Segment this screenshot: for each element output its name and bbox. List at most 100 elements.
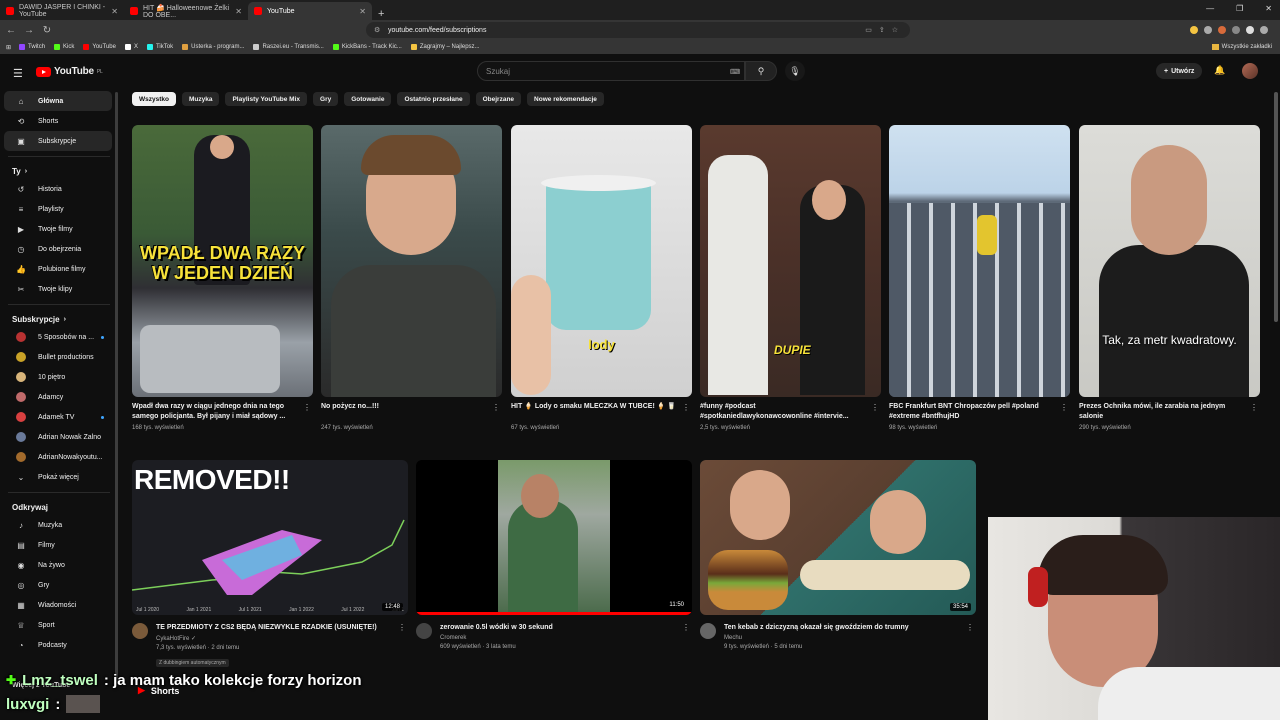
short-card[interactable]: WPADŁ DWA RAZY W JEDEN DZIEŃ Wpadł dwa r… [132, 125, 313, 431]
chip-recent[interactable]: Ostatnio przesłane [397, 92, 470, 106]
video-title[interactable]: zerowanie 0.5l wódki w 30 sekund [440, 623, 553, 632]
sidebar-item-live[interactable]: ◉ Na żywo [4, 555, 112, 575]
share-icon[interactable]: ⇪ [879, 26, 885, 34]
create-button[interactable]: + Utwórz [1156, 63, 1203, 79]
bookmark[interactable]: KickBans - Track Kic... [332, 44, 402, 50]
page-scrollbar[interactable] [1274, 92, 1278, 322]
install-icon[interactable]: ▭ [865, 26, 872, 34]
bookmark[interactable]: YouTube [83, 44, 116, 50]
browser-tab[interactable]: DAWID JASPER I CHINKI - YouTube ✕ [0, 2, 124, 20]
bookmark[interactable]: Kick [54, 44, 74, 50]
sidebar-channel[interactable]: Bullet productions [4, 347, 112, 367]
chip-games[interactable]: Gry [313, 92, 339, 106]
channel-name[interactable]: CykaHotFire ✓ [156, 635, 377, 642]
extension-icon[interactable] [1232, 26, 1240, 34]
video-thumbnail[interactable]: REMOVED!! Jul 1 2020 Jan 1 2021 Jul 1 2021… [132, 460, 408, 615]
more-options-icon[interactable]: ⋮ [1250, 403, 1258, 412]
sidebar-item-clips[interactable]: ✂ Twoje klipy [4, 279, 112, 299]
video-card[interactable]: REMOVED!! Jul 1 2020 Jan 1 2021 Jul 1 2021… [132, 460, 408, 669]
short-title[interactable]: Prezes Ochnika mówi, ile zarabia na jedn… [1079, 402, 1260, 422]
video-title[interactable]: TE PRZEDMIOTY Z CS2 BĘDĄ NIEZWYKLE RZADK… [156, 623, 377, 632]
more-options-icon[interactable]: ⋮ [682, 403, 690, 412]
sidebar-item-home[interactable]: ⌂ Główna [4, 91, 112, 111]
maximize-icon[interactable]: ❐ [1236, 4, 1243, 13]
section-subscriptions[interactable]: Subskrypcje › [0, 311, 118, 327]
short-card[interactable]: Tak, za metr kwadratowy. Prezes Ochnika … [1079, 125, 1260, 431]
sidebar-item-your-videos[interactable]: ▶ Twoje filmy [4, 219, 112, 239]
account-avatar[interactable] [1242, 63, 1258, 79]
short-title[interactable]: HIT 🍦 Lody o smaku MLECZKA W TUBCE! 🍦 🥛 [511, 402, 692, 422]
more-options-icon[interactable]: ⋮ [1060, 403, 1068, 412]
sidebar-item-sport[interactable]: ♕ Sport [4, 615, 112, 635]
voice-search-button[interactable]: 🎙 [785, 61, 805, 81]
bookmark[interactable]: Zagrajmy – Najlepsz... [410, 44, 480, 50]
youtube-logo[interactable]: YouTube PL [36, 66, 103, 77]
hamburger-menu-icon[interactable]: ☰ [13, 67, 23, 80]
more-options-icon[interactable]: ⋮ [871, 403, 879, 412]
sidebar-item-movies[interactable]: ▤ Filmy [4, 535, 112, 555]
forward-arrow-icon[interactable]: → [22, 25, 36, 36]
show-more-button[interactable]: ⌄ Pokaż więcej [4, 467, 112, 487]
bookmark[interactable]: X [124, 44, 138, 50]
bookmark[interactable]: Usterka - program... [182, 44, 244, 50]
chip-music[interactable]: Muzyka [181, 92, 220, 106]
more-options-icon[interactable]: ⋮ [682, 623, 690, 632]
chip-all[interactable]: Wszystko [132, 92, 176, 106]
channel-avatar[interactable] [132, 623, 148, 639]
more-options-icon[interactable]: ⋮ [492, 403, 500, 412]
sidebar-item-liked[interactable]: 👍 Polubione filmy [4, 259, 112, 279]
sidebar-channel[interactable]: 5 Sposobów na ... [4, 327, 112, 347]
extension-icon[interactable] [1190, 26, 1198, 34]
all-bookmarks[interactable]: Wszystkie zakładki [1211, 44, 1272, 50]
channel-name[interactable]: Mechu [724, 635, 909, 641]
short-title[interactable]: No pożycz no...!!! [321, 402, 502, 422]
sidebar-item-watch-later[interactable]: ◷ Do obejrzenia [4, 239, 112, 259]
chip-watched[interactable]: Obejrzane [475, 92, 522, 106]
short-card[interactable]: lody HIT 🍦 Lody o smaku MLECZKA W TUBCE!… [511, 125, 692, 431]
bookmark-star-icon[interactable]: ☆ [892, 26, 898, 34]
sidebar-item-history[interactable]: ↺ Historia [4, 179, 112, 199]
new-tab-button[interactable]: + [372, 8, 390, 20]
channel-name[interactable]: Cromerek [440, 635, 553, 641]
video-title[interactable]: Ten kebab z dziczyzną okazał się gwoździ… [724, 623, 909, 632]
menu-dots-icon[interactable] [1260, 26, 1268, 34]
short-title[interactable]: #funny #podcast #spotkaniedlawykonawcowo… [700, 402, 881, 422]
short-thumbnail[interactable]: WPADŁ DWA RAZY W JEDEN DZIEŃ [132, 125, 313, 397]
sidebar-item-shorts[interactable]: ⟲ Shorts [4, 111, 112, 131]
short-thumbnail[interactable]: Tak, za metr kwadratowy. [1079, 125, 1260, 397]
close-window-icon[interactable]: ✕ [1265, 4, 1272, 13]
profile-avatar-icon[interactable] [1246, 26, 1254, 34]
more-options-icon[interactable]: ⋮ [303, 403, 311, 412]
sidebar-item-gaming[interactable]: ◎ Gry [4, 575, 112, 595]
extension-icon[interactable] [1218, 26, 1226, 34]
video-card[interactable]: 35:54 Ten kebab z dziczyzną okazał się g… [700, 460, 976, 650]
browser-tab-active[interactable]: YouTube ✕ [248, 2, 372, 20]
apps-grid-icon[interactable]: ⊞ [6, 44, 11, 51]
minimize-icon[interactable]: — [1206, 4, 1214, 13]
close-tab-icon[interactable]: ✕ [235, 7, 242, 16]
bookmark[interactable]: Raszei.eu - Transmis... [253, 44, 324, 50]
keyboard-icon[interactable]: ⌨ [730, 68, 740, 76]
reload-icon[interactable]: ↻ [40, 25, 54, 36]
short-thumbnail[interactable]: DUPIE [700, 125, 881, 397]
more-options-icon[interactable]: ⋮ [398, 623, 406, 632]
channel-avatar[interactable] [700, 623, 716, 639]
sidebar-item-news[interactable]: ▦ Wiadomości [4, 595, 112, 615]
search-button[interactable]: ⚲ [745, 61, 777, 81]
short-thumbnail[interactable] [889, 125, 1070, 397]
video-thumbnail[interactable]: 35:54 [700, 460, 976, 615]
chip-new[interactable]: Nowe rekomendacje [527, 92, 604, 106]
short-thumbnail[interactable] [321, 125, 502, 397]
short-thumbnail[interactable]: lody [511, 125, 692, 397]
chip-cooking[interactable]: Gotowanie [344, 92, 392, 106]
sidebar-item-podcasts[interactable]: ◔ Podcasty [4, 635, 112, 655]
short-card[interactable]: FBC Frankfurt BNT Chropaczów pell #polan… [889, 125, 1070, 431]
sidebar-channel[interactable]: 10 piętro [4, 367, 112, 387]
video-card[interactable]: 11:50 zerowanie 0.5l wódki w 30 sekund C… [416, 460, 692, 650]
short-card[interactable]: DUPIE #funny #podcast #spotkaniedlawykon… [700, 125, 881, 431]
bookmark[interactable]: TikTok [146, 44, 173, 50]
sidebar-item-playlists[interactable]: ≡ Playlisty [4, 199, 112, 219]
close-tab-icon[interactable]: ✕ [111, 7, 118, 16]
back-arrow-icon[interactable]: ← [4, 25, 18, 36]
section-you[interactable]: Ty › [0, 163, 118, 179]
